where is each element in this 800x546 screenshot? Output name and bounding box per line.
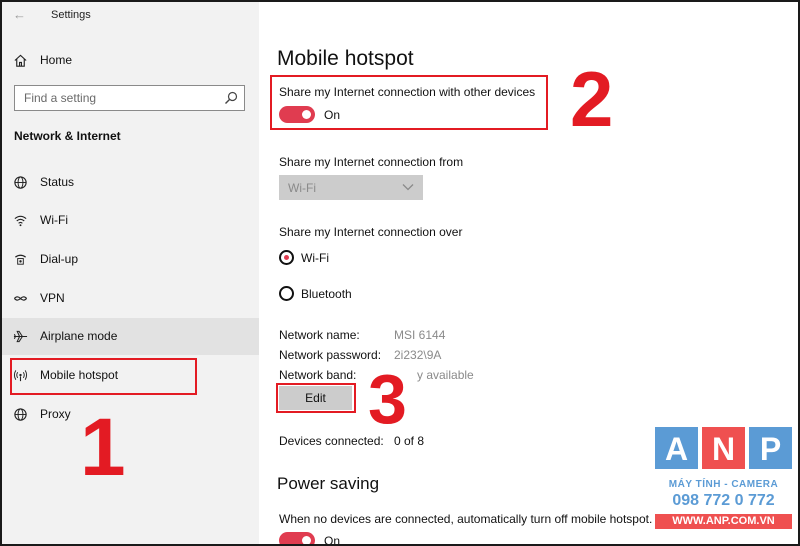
page-title: Mobile hotspot: [277, 47, 414, 70]
sidebar-item-label: Dial-up: [40, 252, 79, 266]
annotation-step-2: 2: [570, 55, 614, 143]
title-bar: ← Settings: [2, 2, 259, 30]
network-band-value: y available: [417, 368, 474, 382]
annotation-box-edit: [276, 383, 356, 413]
sidebar-item-label: Home: [40, 53, 73, 67]
sidebar-item-label: VPN: [40, 291, 65, 305]
anp-logo: A N P MÁY TÍNH - CAMERA 098 772 0 772 WW…: [655, 427, 792, 532]
logo-website: WWW.ANP.COM.VN: [655, 514, 792, 529]
sidebar-item-vpn[interactable]: VPN: [2, 280, 259, 317]
globe-icon: [14, 408, 27, 421]
section-title: Network & Internet: [14, 129, 121, 143]
power-saving-toggle[interactable]: [279, 532, 315, 544]
share-from-dropdown[interactable]: Wi-Fi: [279, 175, 423, 200]
airplane-icon: [13, 330, 28, 343]
search-icon[interactable]: [224, 91, 238, 105]
sidebar-item-label: Proxy: [40, 407, 71, 421]
power-saving-title: Power saving: [277, 474, 380, 493]
network-name-value: MSI 6144: [394, 328, 446, 342]
chevron-down-icon: [402, 184, 414, 191]
power-saving-state: On: [324, 534, 341, 546]
settings-window: ← Settings Home Network & Internet Statu…: [0, 0, 800, 546]
radio-bluetooth-label: Bluetooth: [301, 287, 352, 301]
toggle-knob: [302, 536, 311, 544]
wifi-icon: [14, 215, 27, 227]
share-from-value: Wi-Fi: [288, 181, 316, 195]
network-password-label: Network password:: [279, 348, 382, 362]
logo-letter-p: P: [749, 427, 792, 469]
network-band-label: Network band:: [279, 368, 357, 382]
sidebar: ← Settings Home Network & Internet Statu…: [2, 2, 259, 544]
sidebar-item-home[interactable]: Home: [2, 42, 259, 79]
back-arrow-icon[interactable]: ←: [13, 7, 26, 22]
sidebar-item-dialup[interactable]: Dial-up: [2, 241, 259, 278]
sidebar-item-label: Airplane mode: [40, 329, 118, 343]
sidebar-item-wifi[interactable]: Wi-Fi: [2, 202, 259, 239]
sidebar-item-label: Status: [40, 175, 75, 189]
annotation-step-1: 1: [80, 402, 126, 493]
home-icon: [14, 54, 27, 67]
network-name-label: Network name:: [279, 328, 360, 342]
power-saving-description: When no devices are connected, automatic…: [279, 512, 653, 526]
logo-phone: 098 772 0 772: [672, 492, 775, 509]
sidebar-item-airplane-mode[interactable]: Airplane mode: [2, 318, 259, 355]
annotation-box-hotspot: [10, 358, 197, 395]
window-title: Settings: [51, 9, 91, 21]
sidebar-item-proxy[interactable]: Proxy: [2, 396, 259, 433]
search-field[interactable]: [14, 85, 245, 111]
globe-icon: [14, 176, 27, 189]
sidebar-item-status[interactable]: Status: [2, 164, 259, 201]
logo-letter-n: N: [702, 427, 745, 469]
share-over-label: Share my Internet connection over: [279, 225, 463, 239]
radio-wifi[interactable]: [279, 250, 294, 265]
vpn-icon: [13, 296, 28, 301]
sidebar-item-label: Wi-Fi: [40, 213, 68, 227]
logo-letter-a: A: [655, 427, 698, 469]
radio-bluetooth[interactable]: [279, 286, 294, 301]
dialup-icon: [14, 254, 27, 265]
search-input[interactable]: [15, 86, 233, 110]
logo-tagline: MÁY TÍNH - CAMERA: [668, 479, 779, 490]
annotation-step-3: 3: [368, 360, 407, 438]
radio-wifi-label: Wi-Fi: [301, 251, 329, 265]
share-from-label: Share my Internet connection from: [279, 155, 464, 169]
annotation-box-share: [270, 75, 548, 130]
